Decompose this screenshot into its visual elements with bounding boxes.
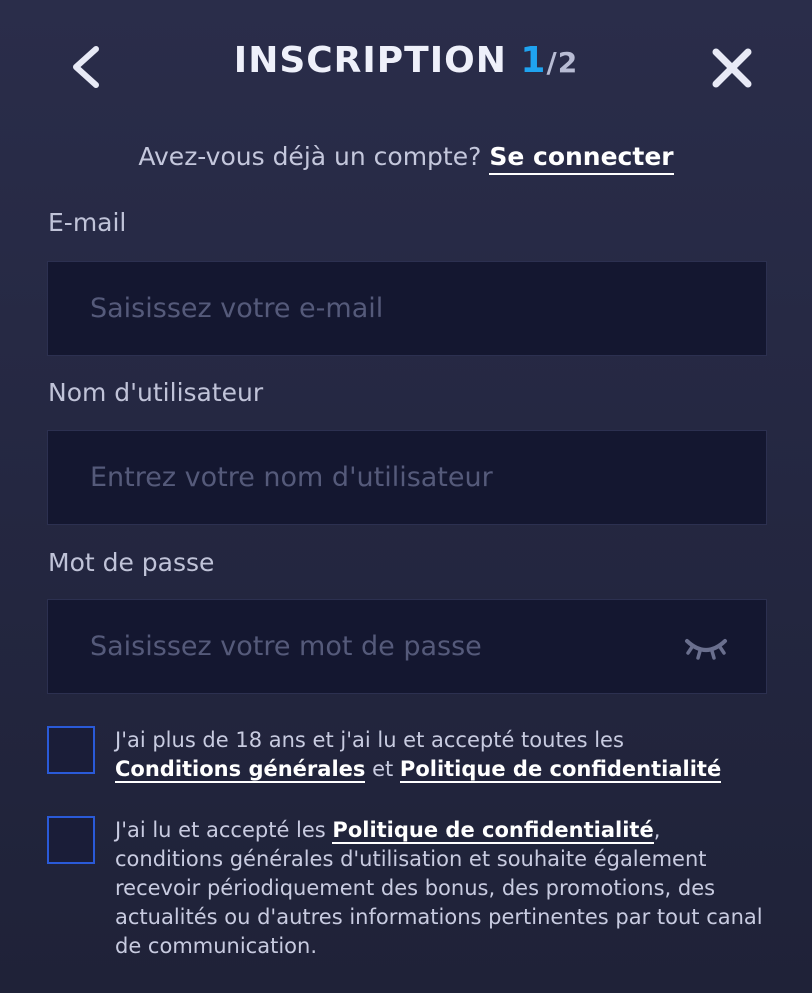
password-visibility-toggle[interactable]	[682, 632, 730, 662]
marketing-consent-row: J'ai lu et accepté les Politique de conf…	[47, 816, 767, 966]
marketing-consent-text: J'ai lu et accepté les Politique de conf…	[115, 816, 770, 961]
password-field-container	[47, 599, 767, 694]
login-prompt-text: Avez-vous déjà un compte?	[138, 142, 482, 171]
email-label: E-mail	[48, 208, 127, 237]
age-consent-label: J'ai plus de 18 ans et j'ai lu et accept…	[115, 728, 624, 752]
age-consent-row: J'ai plus de 18 ans et j'ai lu et accept…	[47, 726, 767, 796]
marketing-consent-label: J'ai lu et accepté les	[115, 818, 326, 842]
step-separator: /	[546, 46, 558, 79]
terms-link[interactable]: Conditions générales	[115, 757, 366, 783]
marketing-consent-checkbox[interactable]	[47, 816, 95, 864]
username-label: Nom d'utilisateur	[48, 378, 264, 407]
login-link[interactable]: Se connecter	[489, 142, 674, 175]
close-icon	[712, 48, 752, 88]
header: INSCRIPTION 1/2	[0, 0, 812, 130]
step-total: 2	[557, 46, 579, 79]
email-field-container	[47, 261, 767, 356]
age-consent-text: J'ai plus de 18 ans et j'ai lu et accept…	[115, 726, 770, 784]
email-input[interactable]	[48, 262, 766, 355]
age-consent-and: et	[372, 757, 394, 781]
registration-screen: INSCRIPTION 1/2 Avez-vous déjà un compte…	[0, 0, 812, 993]
page-title: INSCRIPTION 1/2	[0, 40, 812, 81]
age-consent-checkbox[interactable]	[47, 726, 95, 774]
username-field-container	[47, 430, 767, 525]
username-input[interactable]	[48, 431, 766, 524]
title-text: INSCRIPTION	[233, 40, 507, 81]
step-current: 1	[520, 40, 547, 81]
marketing-privacy-link[interactable]: Politique de confidentialité	[332, 818, 654, 844]
password-input[interactable]	[48, 600, 766, 693]
eye-closed-icon	[685, 639, 727, 660]
close-button[interactable]	[708, 44, 756, 92]
login-prompt: Avez-vous déjà un compte? Se connecter	[0, 142, 812, 175]
privacy-link[interactable]: Politique de confidentialité	[399, 757, 722, 783]
password-label: Mot de passe	[48, 548, 215, 577]
